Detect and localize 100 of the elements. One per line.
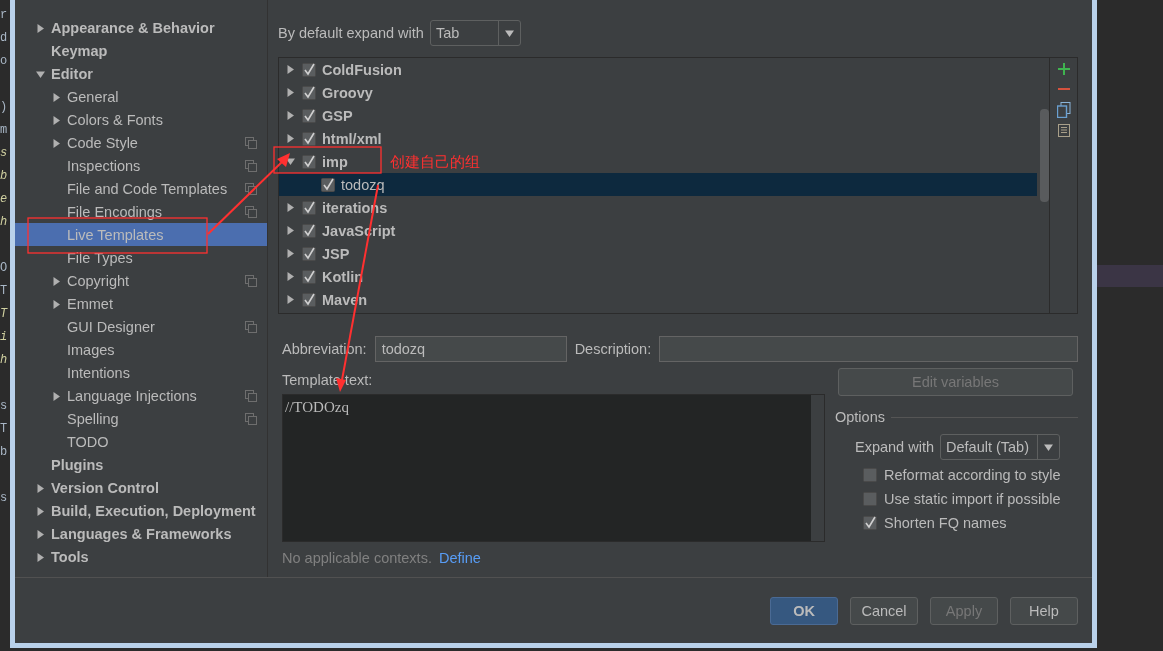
settings-nav-item[interactable]: Spelling [15,407,267,430]
nav-label: Live Templates [67,226,165,243]
settings-nav-item[interactable]: Tools [15,545,267,568]
settings-nav-item[interactable]: TODO [15,430,267,453]
template-group-row[interactable]: GSP [279,104,357,127]
template-text-editor[interactable]: //TODOzq [282,394,825,542]
checkbox[interactable] [321,177,335,192]
settings-nav-item[interactable]: Colors & Fonts [15,108,267,131]
checkbox[interactable] [863,492,877,506]
checkbox[interactable] [302,246,316,261]
template-group-row[interactable]: Groovy [279,81,377,104]
collapsed-arrow-icon[interactable] [286,111,295,120]
settings-nav-item[interactable]: Plugins [15,453,267,476]
collapsed-arrow-icon[interactable] [51,92,61,102]
nav-label: Images [67,341,116,358]
checkbox[interactable] [302,292,316,307]
nav-label: TODO [67,433,110,450]
collapsed-arrow-icon[interactable] [51,276,61,286]
define-link[interactable]: Define [438,550,481,566]
template-text-label: Template text: [282,372,374,388]
settings-nav-item[interactable]: GUI Designer [15,315,267,338]
checkbox[interactable] [302,200,316,215]
settings-nav-item[interactable]: Build, Execution, Deployment [15,499,267,522]
template-group-row[interactable]: JSP [279,242,354,265]
checkbox[interactable] [863,468,877,482]
checkbox[interactable] [302,223,316,238]
settings-nav-item[interactable]: Emmet [15,292,267,315]
dialog-button[interactable]: Cancel [850,596,918,625]
settings-nav-item[interactable]: Intentions [15,361,267,384]
collapsed-arrow-icon[interactable] [286,249,295,258]
dialog-button[interactable]: OK [770,596,838,625]
settings-nav-item[interactable]: Editor [15,62,267,85]
collapsed-arrow-icon[interactable] [286,203,295,212]
template-group-row[interactable]: ColdFusion [279,58,406,81]
nav-label: Appearance & Behavior [51,19,216,36]
collapsed-arrow-icon[interactable] [51,115,61,125]
checkbox[interactable] [302,62,316,77]
code-text: ) [0,99,9,116]
nav-label: Spelling [67,410,120,427]
settings-nav-item[interactable]: Copyright [15,269,267,292]
add-icon[interactable] [1056,62,1071,76]
code-text: h [0,352,9,369]
code-text: i [0,329,9,346]
collapsed-arrow-icon[interactable] [286,295,295,304]
settings-nav-item[interactable]: Images [15,338,267,361]
expanded-arrow-icon[interactable] [504,28,514,38]
settings-nav-item[interactable]: Code Style [15,131,267,154]
checkbox[interactable] [863,516,877,530]
checkbox[interactable] [302,269,316,284]
settings-nav-item[interactable]: File Encodings [15,200,267,223]
collapsed-arrow-icon[interactable] [286,65,295,74]
expanded-arrow-icon[interactable] [35,69,45,79]
collapsed-arrow-icon[interactable] [35,483,45,493]
dialog-button[interactable]: Help [1010,596,1078,625]
nav-label: File and Code Templates [67,180,229,197]
settings-nav-item[interactable]: Inspections [15,154,267,177]
contexts-message: No applicable contexts. [282,550,432,566]
expand-with-label: Expand with [855,439,934,455]
scrollbar-thumb[interactable] [1040,109,1049,202]
checkbox[interactable] [302,85,316,100]
template-group-row[interactable]: imp [279,150,352,173]
checkbox[interactable] [302,131,316,146]
expand-with-dropdown[interactable]: Default (Tab) [940,434,1060,460]
template-group-row[interactable]: html/xml [279,127,386,150]
template-label: todozq [341,176,385,193]
settings-nav-item[interactable]: Version Control [15,476,267,499]
copy-icon[interactable] [1056,102,1071,118]
checkbox[interactable] [302,108,316,123]
collapsed-arrow-icon[interactable] [51,391,61,401]
collapsed-arrow-icon[interactable] [51,138,61,148]
collapsed-arrow-icon[interactable] [286,134,295,143]
template-row[interactable]: todozq [279,173,1037,196]
collapsed-arrow-icon[interactable] [286,226,295,235]
nav-label: Code Style [67,134,139,151]
collapsed-arrow-icon[interactable] [35,506,45,516]
collapsed-arrow-icon[interactable] [35,23,45,33]
code-text: o [0,53,9,70]
settings-nav-item[interactable]: Language Injections [15,384,267,407]
collapsed-arrow-icon[interactable] [286,272,295,281]
settings-nav-item[interactable]: File Types [15,246,267,269]
settings-nav-item[interactable]: Keymap [15,39,267,62]
code-text: e [0,191,9,208]
settings-nav-item[interactable]: Appearance & Behavior [15,16,267,39]
nav-label: Languages & Frameworks [51,525,233,542]
collapsed-arrow-icon[interactable] [286,88,295,97]
collapsed-arrow-icon[interactable] [51,299,61,309]
description-field[interactable] [659,336,1078,362]
nav-label: Intentions [67,364,131,381]
checkbox[interactable] [302,154,316,169]
expand-dropdown[interactable]: Tab [429,20,521,46]
option-label: Use static import if possible [884,491,1061,507]
abbreviation-field[interactable]: todozq [374,336,567,362]
settings-nav-item[interactable]: Languages & Frameworks [15,522,267,545]
nav-label: File Encodings [67,203,164,220]
expanded-arrow-icon[interactable] [1044,442,1053,452]
list-icon[interactable] [1057,124,1070,137]
settings-nav-item[interactable]: File and Code Templates [15,177,267,200]
collapsed-arrow-icon[interactable] [35,552,45,562]
collapsed-arrow-icon[interactable] [35,529,45,539]
settings-nav-item[interactable]: General [15,85,267,108]
